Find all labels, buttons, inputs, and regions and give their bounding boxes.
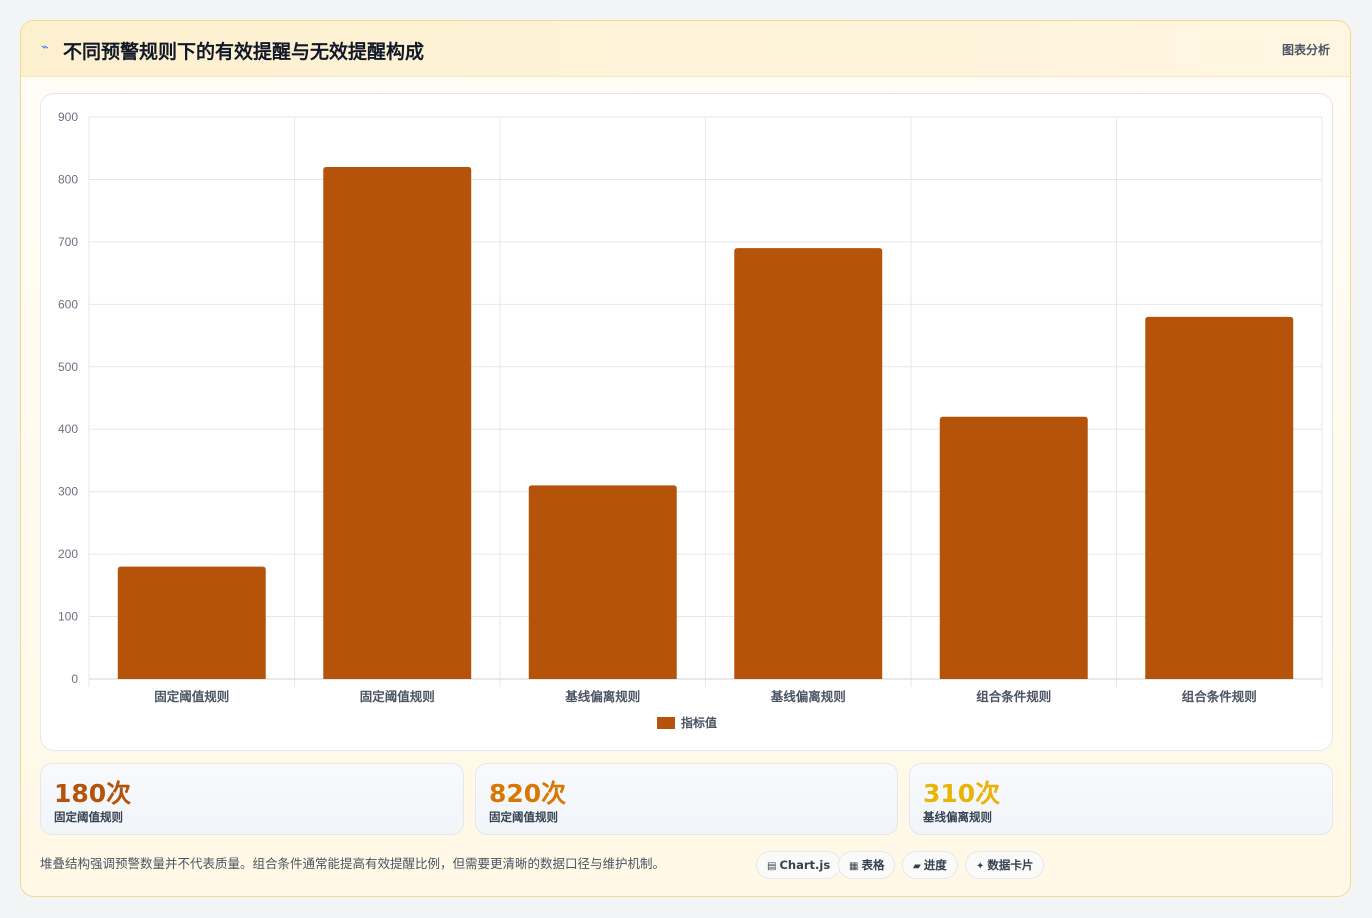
bar (939, 416, 1088, 679)
pill-table[interactable]: ▦ 表格 (838, 851, 896, 879)
chart-card: ⌁ 不同预警规则下的有效提醒与无效提醒构成 图表分析 0 100 200 300 400… (20, 20, 1351, 897)
y-tick-label: 400 (58, 422, 78, 436)
legend-swatch (657, 717, 675, 729)
chart-icon: ▤ (767, 861, 777, 872)
pill-progress[interactable]: ▰ 进度 (902, 851, 958, 879)
pill-chartjs[interactable]: ▤ Chart.js (756, 851, 842, 879)
stat-cards: 180次 固定阈值规则 820次 固定阈值规则 310次 基线偏离规则 (40, 763, 1333, 835)
y-tick-label: 0 (71, 672, 78, 686)
legend-label: 指标值 (681, 715, 717, 730)
stat-card: 310次 基线偏离规则 (909, 763, 1333, 835)
x-tick-label: 组合条件规则 (976, 689, 1051, 704)
stat-value: 310次 (923, 779, 1001, 808)
bar (528, 485, 677, 679)
card-header: ⌁ 不同预警规则下的有效提醒与无效提醒构成 图表分析 (21, 21, 1350, 77)
bar (1145, 316, 1294, 679)
y-tick-label: 500 (58, 360, 78, 374)
bar (323, 166, 472, 679)
bar (734, 248, 883, 679)
stat-label: 固定阈值规则 (54, 810, 123, 824)
stat-value: 180次 (54, 779, 132, 808)
table-icon: ▦ (849, 861, 859, 872)
y-tick-label: 800 (58, 172, 78, 186)
progress-icon: ▰ (913, 861, 921, 872)
stat-card: 180次 固定阈值规则 (40, 763, 464, 835)
sparkle-icon: ✦ (976, 861, 985, 872)
y-tick-label: 600 (58, 297, 78, 311)
chart-footnote: 堆叠结构强调预警数量并不代表质量。组合条件通常能提高有效提醒比例，但需要更清晰的… (40, 856, 666, 871)
pill-label: 进度 (923, 858, 947, 872)
x-tick-label: 固定阈值规则 (154, 689, 229, 704)
pill-label: Chart.js (779, 858, 831, 872)
y-tick-label: 200 (58, 547, 78, 561)
x-tick-label: 基线偏离规则 (564, 689, 640, 704)
y-tick-label: 100 (58, 610, 78, 624)
x-tick-label: 基线偏离规则 (770, 689, 846, 704)
chart-line-icon: ⌁ (41, 40, 49, 55)
y-tick-label: 300 (58, 485, 78, 499)
pill-label: 数据卡片 (987, 858, 1034, 872)
stat-label: 基线偏离规则 (923, 810, 992, 824)
x-tick-label: 固定阈值规则 (360, 689, 435, 704)
stat-card: 820次 固定阈值规则 (475, 763, 898, 835)
y-tick-label: 700 (58, 235, 78, 249)
x-tick-label: 组合条件规则 (1182, 689, 1257, 704)
y-tick-label: 900 (58, 110, 78, 124)
bar-chart: 0 100 200 300 400 500 600 700 800 900 固定阈值规则 固定阈值规则… (58, 110, 1323, 730)
chart-analysis-tag[interactable]: 图表分析 (1282, 41, 1330, 58)
stat-label: 固定阈值规则 (489, 810, 558, 824)
chart-container: 0 100 200 300 400 500 600 700 800 900 固定阈值规则 固定阈值规则… (40, 93, 1333, 751)
stat-value: 820次 (489, 779, 567, 808)
card-title: 不同预警规则下的有效提醒与无效提醒构成 (63, 41, 425, 63)
pill-label: 表格 (861, 858, 885, 872)
bar (117, 566, 266, 679)
pill-data-cards[interactable]: ✦ 数据卡片 (965, 851, 1045, 879)
